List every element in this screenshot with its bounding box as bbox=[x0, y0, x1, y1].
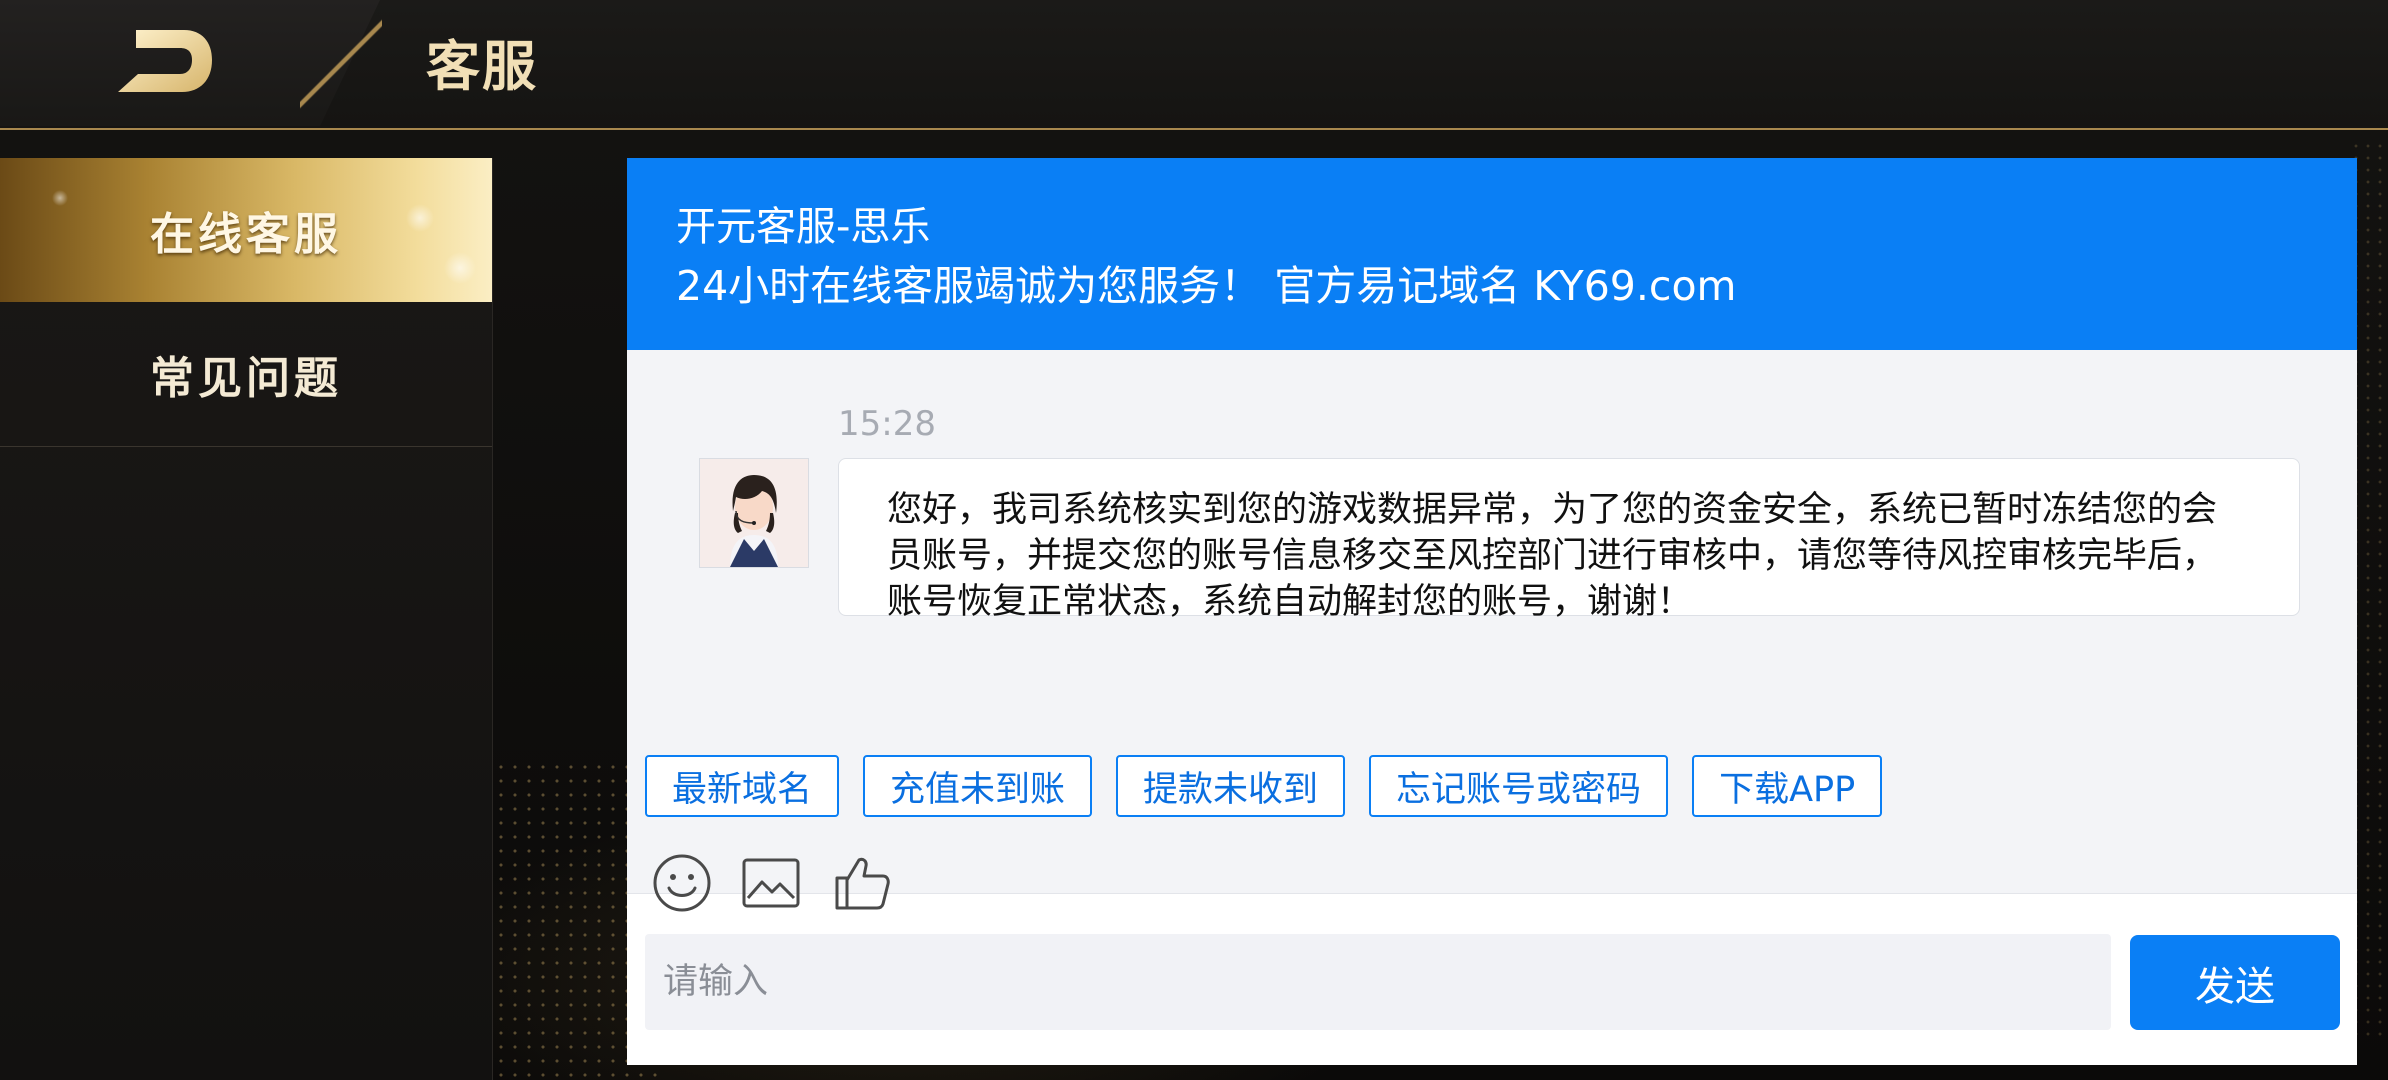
header-divider bbox=[300, 0, 382, 128]
message-input[interactable] bbox=[645, 934, 2111, 1030]
emoji-icon[interactable] bbox=[651, 852, 713, 914]
quick-reply-download-app[interactable]: 下载APP bbox=[1692, 755, 1883, 817]
message-bubble: 您好，我司系统核实到您的游戏数据异常，为了您的资金安全，系统已暂时冻结您的会员账… bbox=[838, 458, 2300, 622]
image-icon[interactable] bbox=[740, 852, 802, 914]
sidebar-item-label: 在线客服 bbox=[150, 209, 342, 260]
quick-reply-deposit-missing[interactable]: 充值未到账 bbox=[863, 755, 1093, 817]
top-header: 客服 bbox=[0, 0, 2388, 130]
back-arrow-icon bbox=[118, 30, 212, 92]
quick-reply-withdrawal-missing[interactable]: 提款未收到 bbox=[1116, 755, 1346, 817]
quick-reply-bar: 最新域名 充值未到账 提款未收到 忘记账号或密码 下载APP bbox=[645, 755, 1883, 821]
sidebar: 在线客服 常见问题 bbox=[0, 158, 493, 1080]
quick-reply-latest-domain[interactable]: 最新域名 bbox=[645, 755, 840, 817]
sidebar-item-online-service[interactable]: 在线客服 bbox=[0, 158, 492, 302]
agent-name: 开元客服-思乐 bbox=[676, 204, 931, 250]
chat-subtitle: 24小时在线客服竭诚为您服务！ 官方易记域名 KY69.com bbox=[676, 262, 1737, 310]
message-timestamp: 15:28 bbox=[838, 404, 936, 444]
chat-panel: 开元客服-思乐 24小时在线客服竭诚为您服务！ 官方易记域名 KY69.com … bbox=[627, 158, 2357, 1065]
thumbs-up-icon[interactable] bbox=[831, 852, 893, 914]
chat-header: 开元客服-思乐 24小时在线客服竭诚为您服务！ 官方易记域名 KY69.com bbox=[627, 158, 2357, 350]
sidebar-item-label: 常见问题 bbox=[150, 353, 342, 404]
page-title: 客服 bbox=[426, 35, 538, 98]
agent-avatar bbox=[699, 458, 809, 568]
back-button[interactable] bbox=[112, 26, 216, 98]
quick-reply-forgot-account[interactable]: 忘记账号或密码 bbox=[1369, 755, 1669, 817]
sidebar-item-faq[interactable]: 常见问题 bbox=[0, 302, 492, 447]
send-button[interactable]: 发送 bbox=[2130, 935, 2340, 1030]
